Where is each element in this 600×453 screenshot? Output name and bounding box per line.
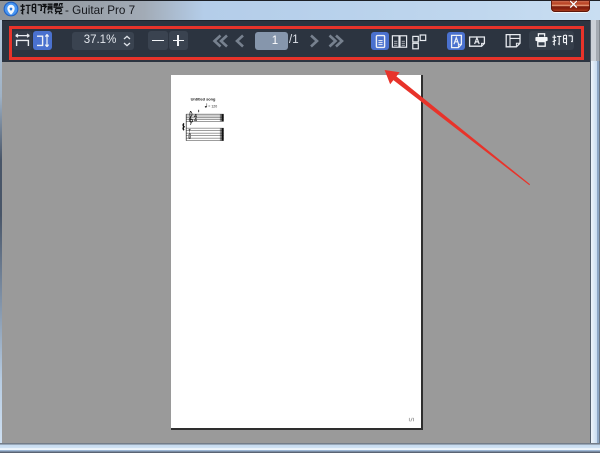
svg-text:Untitled song: Untitled song bbox=[190, 97, 215, 102]
svg-text:= 120: = 120 bbox=[208, 105, 217, 109]
